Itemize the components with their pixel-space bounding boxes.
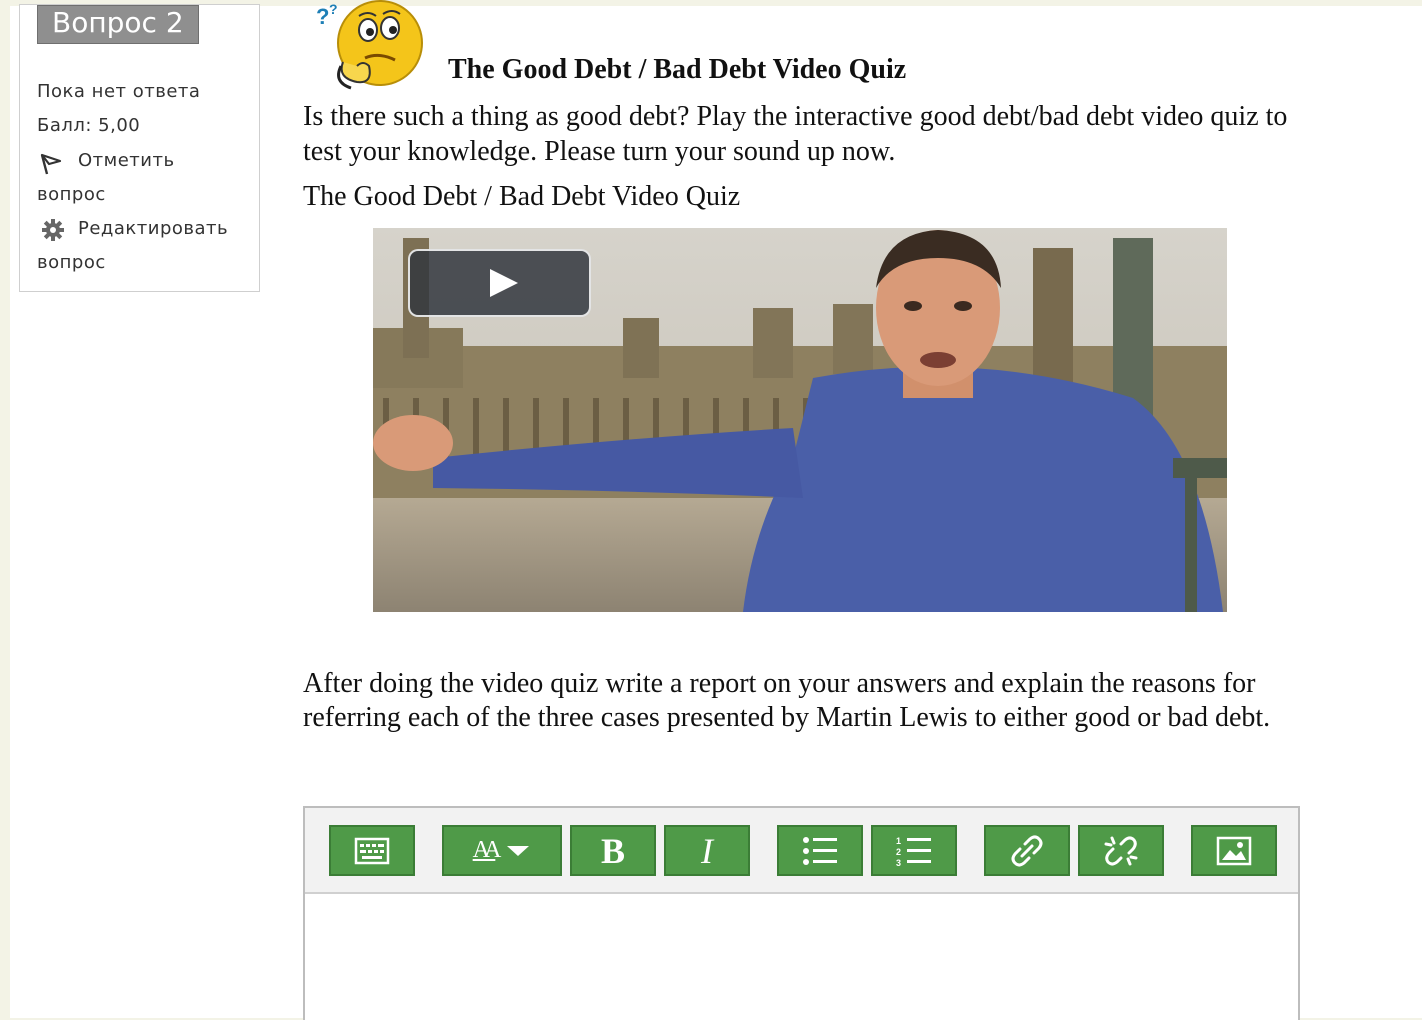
svg-text:?: ? <box>329 1 338 17</box>
play-button[interactable] <box>408 249 591 317</box>
toolbar-toggle-button[interactable] <box>329 825 415 876</box>
bold-button[interactable]: B <box>570 825 656 876</box>
quiz-title: The Good Debt / Bad Debt Video Quiz <box>448 54 907 85</box>
unordered-list-button[interactable] <box>777 825 863 876</box>
flag-label-cont: вопрос <box>37 184 106 205</box>
unlink-icon <box>1104 836 1138 865</box>
keyboard-icon <box>354 837 390 864</box>
flag-icon <box>39 153 63 180</box>
svg-text:2: 2 <box>896 847 901 857</box>
gear-icon <box>41 218 65 247</box>
video-player[interactable] <box>373 228 1227 612</box>
chevron-down-icon <box>507 845 530 856</box>
edit-question-link[interactable]: Редактировать вопрос <box>20 214 250 282</box>
numbered-list-icon: 123 <box>896 836 931 867</box>
thinking-emoji-image: ? ? <box>313 0 433 90</box>
italic-icon: I <box>701 830 713 871</box>
flag-question-link[interactable]: Отметить вопрос <box>20 145 250 213</box>
answer-text-area[interactable] <box>305 894 1298 1020</box>
edit-label-cont: вопрос <box>37 252 106 273</box>
italic-button[interactable]: I <box>664 825 750 876</box>
svg-text:1: 1 <box>896 836 901 846</box>
edit-label: Редактировать <box>78 218 229 239</box>
flag-label: Отметить <box>78 150 175 171</box>
question-number-badge: Вопрос 2 <box>37 5 199 44</box>
bold-icon: B <box>600 830 625 871</box>
question-score: Балл: 5,00 <box>37 115 141 136</box>
question-info-panel: Вопрос 2 Пока нет ответа Балл: 5,00 Отме… <box>19 4 260 292</box>
link-button[interactable] <box>984 825 1070 876</box>
svg-text:3: 3 <box>896 858 901 867</box>
instructions-text: After doing the video quiz write a repor… <box>303 668 1271 733</box>
play-icon <box>490 269 518 297</box>
answer-editor: AA B I 1 2 3 <box>303 806 1300 1020</box>
svg-text:?: ? <box>316 4 329 29</box>
font-size-icon: AA <box>473 837 532 864</box>
answer-status: Пока нет ответа <box>37 81 201 102</box>
font-size-button[interactable]: AA <box>442 825 562 876</box>
bulleted-list-icon <box>803 836 837 865</box>
image-icon <box>1216 836 1252 865</box>
link-icon <box>1011 835 1043 866</box>
ordered-list-button[interactable]: 123 <box>871 825 957 876</box>
quiz-intro-text: Is there such a thing as good debt? Play… <box>303 101 1288 167</box>
image-button[interactable] <box>1191 825 1277 876</box>
page: Вопрос 2 Пока нет ответа Балл: 5,00 Отме… <box>10 0 1422 1020</box>
unlink-button[interactable] <box>1078 825 1164 876</box>
video-quiz-link[interactable]: The Good Debt / Bad Debt Video Quiz <box>303 181 740 213</box>
editor-toolbar: AA B I 1 2 3 <box>305 808 1298 894</box>
